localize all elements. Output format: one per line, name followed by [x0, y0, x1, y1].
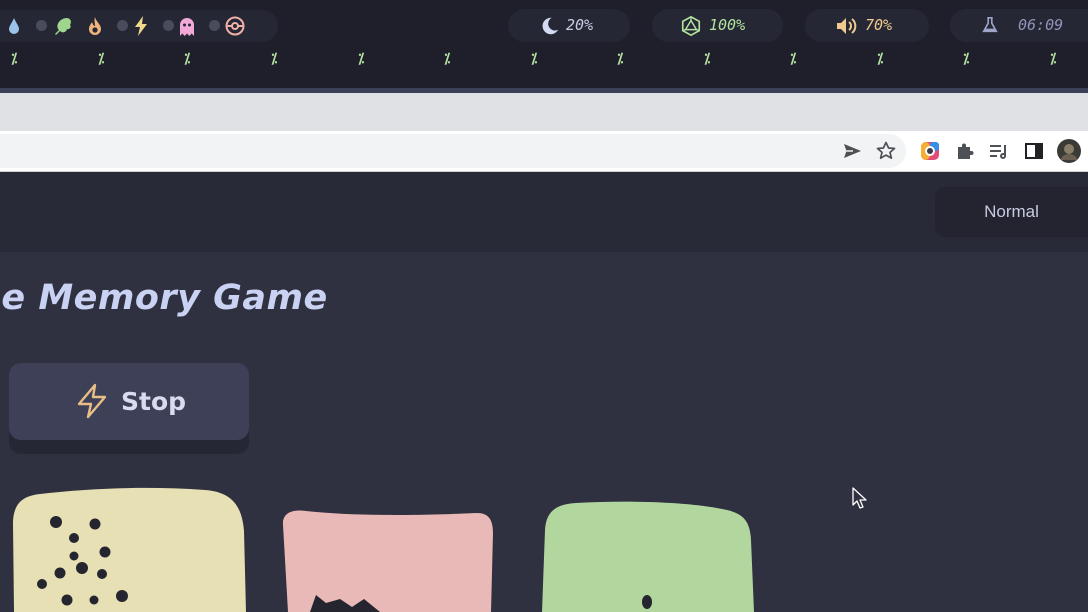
reading-list-icon[interactable]	[987, 139, 1011, 163]
bookmark-star-icon[interactable]	[874, 139, 898, 163]
workspace-dot[interactable]	[36, 20, 47, 31]
workspace-indicators	[0, 10, 278, 42]
battery-indicator[interactable]: 100%	[652, 9, 783, 42]
tick-mark: ⁒	[184, 51, 191, 67]
clock-indicator[interactable]: 06:09	[950, 9, 1088, 42]
send-icon[interactable]	[840, 139, 864, 163]
tick-mark: ⁒	[11, 51, 18, 67]
tick-mark: ⁒	[358, 51, 365, 67]
tick-mark: ⁒	[271, 51, 278, 67]
tick-mark: ⁒	[877, 51, 884, 67]
speaker-icon	[837, 18, 857, 34]
memory-card[interactable]	[10, 486, 248, 612]
fire-icon[interactable]	[83, 14, 107, 38]
tick-mark: ⁒	[963, 51, 970, 67]
stop-button-label: Stop	[121, 387, 187, 416]
top-status-bar: 20% 100% 70% 06:09 ⁒ ⁒ ⁒ ⁒ ⁒ ⁒ ⁒ ⁒ ⁒ ⁒ ⁒…	[0, 0, 1088, 89]
d20-icon	[681, 15, 701, 37]
ghost-icon[interactable]	[175, 14, 199, 38]
mouse-cursor-icon	[852, 487, 867, 509]
lightning-icon	[77, 383, 107, 419]
memory-card[interactable]	[282, 507, 496, 612]
battery-value: 100%	[709, 16, 746, 34]
water-drop-icon[interactable]	[3, 14, 27, 38]
leaf-icon[interactable]	[51, 14, 75, 38]
stop-button[interactable]: Stop	[9, 363, 249, 440]
tick-mark: ⁒	[1050, 51, 1057, 67]
tick-mark: ⁒	[790, 51, 797, 67]
workspace-dot[interactable]	[117, 20, 128, 31]
brightness-indicator[interactable]: 20%	[508, 9, 630, 42]
volume-indicator[interactable]: 70%	[805, 9, 929, 42]
tick-mark: ⁒	[444, 51, 451, 67]
tick-mark: ⁒	[531, 51, 538, 67]
tick-mark: ⁒	[98, 51, 105, 67]
lightning-icon[interactable]	[129, 14, 153, 38]
workspace-dot[interactable]	[163, 20, 174, 31]
page-header	[0, 172, 1088, 252]
browser-tab-strip[interactable]	[0, 93, 1088, 131]
tick-mark: ⁒	[617, 51, 624, 67]
address-bar[interactable]	[0, 134, 906, 168]
card-shape	[642, 595, 652, 609]
pokeball-icon[interactable]	[223, 14, 247, 38]
extensions-puzzle-icon[interactable]	[953, 139, 977, 163]
tick-mark: ⁒	[704, 51, 711, 67]
difficulty-mode-button[interactable]: Normal	[935, 187, 1088, 237]
workspace-dot[interactable]	[209, 20, 220, 31]
brightness-value: 20%	[566, 16, 594, 34]
page-title: he Memory Game	[0, 278, 328, 318]
profile-avatar[interactable]	[1056, 138, 1082, 164]
volume-value: 70%	[865, 16, 893, 34]
side-panel-icon[interactable]	[1022, 139, 1046, 163]
clock-time: 06:09	[1018, 16, 1064, 34]
browser-toolbar	[0, 131, 1088, 172]
colorful-extension-icon[interactable]	[918, 139, 942, 163]
tick-row: ⁒ ⁒ ⁒ ⁒ ⁒ ⁒ ⁒ ⁒ ⁒ ⁒ ⁒ ⁒ ⁒	[0, 51, 1088, 73]
memory-card[interactable]	[542, 500, 756, 612]
moon-icon	[542, 17, 559, 35]
flask-icon	[982, 16, 998, 33]
